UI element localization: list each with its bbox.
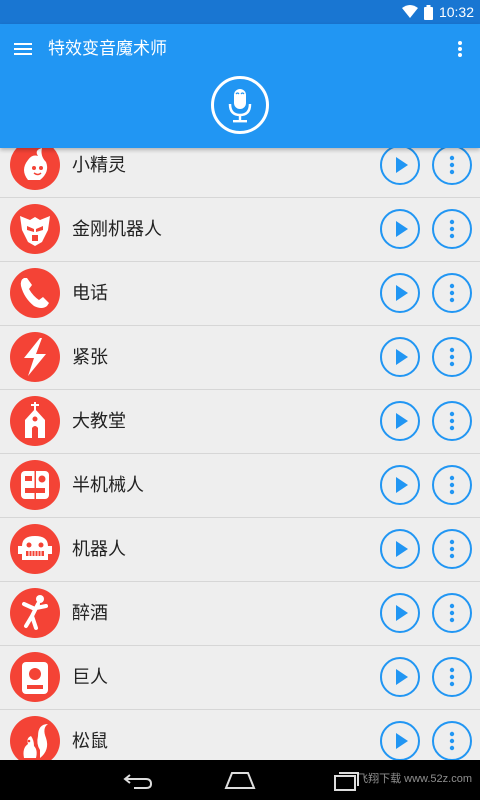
play-button[interactable] bbox=[380, 529, 420, 569]
back-icon bbox=[123, 774, 153, 789]
more-vert-icon bbox=[449, 603, 455, 623]
more-options-button[interactable] bbox=[432, 209, 472, 249]
more-vert-icon bbox=[449, 667, 455, 687]
list-item[interactable]: 半机械人 bbox=[0, 454, 480, 518]
more-vert-icon bbox=[449, 219, 455, 239]
play-icon bbox=[396, 285, 408, 301]
play-button[interactable] bbox=[380, 209, 420, 249]
more-options-button[interactable] bbox=[432, 529, 472, 569]
play-button[interactable] bbox=[380, 721, 420, 760]
more-options-button[interactable] bbox=[432, 721, 472, 760]
effect-name: 机器人 bbox=[72, 539, 126, 560]
list-item[interactable]: 松鼠 bbox=[0, 710, 480, 760]
more-vert-icon bbox=[449, 155, 455, 175]
overflow-menu-button[interactable] bbox=[450, 36, 470, 62]
play-icon bbox=[396, 477, 408, 493]
robot-icon bbox=[10, 524, 60, 574]
more-options-button[interactable] bbox=[432, 593, 472, 633]
list-item[interactable]: 小精灵 bbox=[0, 148, 480, 198]
effect-name: 电话 bbox=[72, 283, 108, 304]
app-title: 特效变音魔术师 bbox=[48, 39, 167, 58]
list-item[interactable]: 大教堂 bbox=[0, 390, 480, 454]
effect-name: 小精灵 bbox=[72, 155, 126, 176]
effect-name: 大教堂 bbox=[72, 411, 126, 432]
microphone-icon bbox=[228, 89, 252, 123]
more-vert-icon bbox=[449, 411, 455, 431]
cyborg-icon bbox=[10, 460, 60, 510]
effect-name: 醉酒 bbox=[72, 603, 108, 624]
more-vert-icon bbox=[449, 283, 455, 303]
play-icon bbox=[396, 605, 408, 621]
more-vert-icon bbox=[458, 41, 462, 57]
more-options-button[interactable] bbox=[432, 657, 472, 697]
effect-name: 紧张 bbox=[72, 347, 108, 368]
play-icon bbox=[396, 157, 408, 173]
transformer-robot-icon bbox=[10, 204, 60, 254]
phone-icon bbox=[10, 268, 60, 318]
wifi-icon bbox=[401, 5, 418, 18]
play-button[interactable] bbox=[380, 657, 420, 697]
watermark: 飞翔下载 www.52z.com bbox=[357, 773, 472, 785]
more-options-button[interactable] bbox=[432, 465, 472, 505]
church-icon bbox=[10, 396, 60, 446]
more-vert-icon bbox=[449, 475, 455, 495]
menu-button[interactable] bbox=[10, 36, 36, 62]
more-vert-icon bbox=[449, 539, 455, 559]
play-button[interactable] bbox=[380, 593, 420, 633]
status-time: 10:32 bbox=[438, 4, 474, 20]
effect-name: 松鼠 bbox=[72, 731, 108, 752]
more-options-button[interactable] bbox=[432, 401, 472, 441]
record-button[interactable] bbox=[211, 76, 269, 134]
giant-icon bbox=[10, 652, 60, 702]
drunk-person-icon bbox=[10, 588, 60, 638]
squirrel-icon bbox=[10, 716, 60, 760]
fairy-icon bbox=[10, 148, 60, 190]
status-icons: 10:32 bbox=[401, 0, 474, 24]
play-button[interactable] bbox=[380, 401, 420, 441]
hamburger-menu-icon bbox=[14, 43, 32, 55]
effect-name: 巨人 bbox=[72, 667, 108, 688]
play-button[interactable] bbox=[380, 148, 420, 185]
more-options-button[interactable] bbox=[432, 337, 472, 377]
battery-icon bbox=[423, 4, 433, 20]
home-icon bbox=[224, 772, 256, 789]
more-vert-icon bbox=[449, 347, 455, 367]
more-vert-icon bbox=[449, 731, 455, 751]
list-item[interactable]: 醉酒 bbox=[0, 582, 480, 646]
lightning-icon bbox=[10, 332, 60, 382]
play-icon bbox=[396, 221, 408, 237]
voice-effect-list[interactable]: 小精灵金刚机器人电话紧张大教堂半机械人机器人醉酒巨人松鼠 bbox=[0, 148, 480, 760]
play-icon bbox=[396, 349, 408, 365]
play-icon bbox=[396, 541, 408, 557]
list-item[interactable]: 紧张 bbox=[0, 326, 480, 390]
list-item[interactable]: 金刚机器人 bbox=[0, 198, 480, 262]
more-options-button[interactable] bbox=[432, 273, 472, 313]
list-item[interactable]: 巨人 bbox=[0, 646, 480, 710]
play-icon bbox=[396, 669, 408, 685]
effect-name: 金刚机器人 bbox=[72, 219, 162, 240]
play-icon bbox=[396, 733, 408, 749]
home-button[interactable] bbox=[222, 766, 258, 794]
back-button[interactable] bbox=[120, 766, 156, 794]
app-bar: 特效变音魔术师 bbox=[0, 24, 480, 148]
play-button[interactable] bbox=[380, 273, 420, 313]
list-item[interactable]: 机器人 bbox=[0, 518, 480, 582]
list-item[interactable]: 电话 bbox=[0, 262, 480, 326]
effect-name: 半机械人 bbox=[72, 475, 144, 496]
play-button[interactable] bbox=[380, 465, 420, 505]
play-button[interactable] bbox=[380, 337, 420, 377]
status-bar: 10:32 bbox=[0, 0, 480, 24]
more-options-button[interactable] bbox=[432, 148, 472, 185]
play-icon bbox=[396, 413, 408, 429]
